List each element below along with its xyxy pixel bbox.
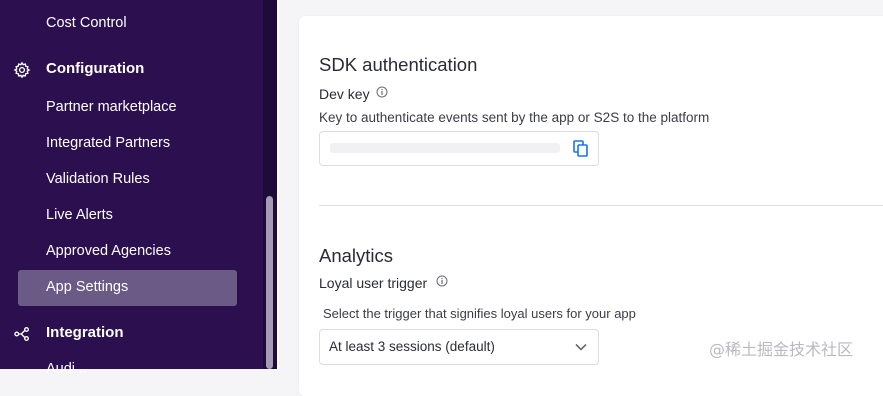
sidebar-item-audiences[interactable]: Audi... xyxy=(46,360,87,378)
loyal-user-trigger-select[interactable]: At least 3 sessions (default) xyxy=(319,329,599,365)
info-icon[interactable] xyxy=(376,86,388,98)
sidebar-item-validation-rules[interactable]: Validation Rules xyxy=(46,170,150,188)
sidebar-item-approved-agencies[interactable]: Approved Agencies xyxy=(46,242,171,260)
info-icon[interactable] xyxy=(436,275,448,287)
gear-icon xyxy=(13,61,31,79)
sidebar-section-configuration[interactable]: Configuration xyxy=(0,58,263,82)
loyal-user-trigger-description: Select the trigger that signifies loyal … xyxy=(323,306,636,321)
sidebar-scrollbar-thumb[interactable] xyxy=(266,196,273,369)
sidebar-item-cost-control[interactable]: Cost Control xyxy=(46,14,127,32)
sidebar: Cost Control Configuration Partner marke… xyxy=(0,0,263,377)
sdk-authentication-title: SDK authentication xyxy=(319,54,478,75)
chevron-down-icon xyxy=(575,343,587,351)
copy-icon[interactable] xyxy=(573,140,589,157)
sidebar-section-label: Integration xyxy=(46,324,124,341)
loyal-user-trigger-label: Loyal user trigger xyxy=(319,275,428,291)
integration-icon xyxy=(14,327,29,341)
sidebar-item-label: App Settings xyxy=(46,279,129,295)
dev-key-field[interactable] xyxy=(319,131,599,166)
sidebar-item-partner-marketplace[interactable]: Partner marketplace xyxy=(46,98,177,116)
analytics-title: Analytics xyxy=(319,245,394,266)
sidebar-item-live-alerts[interactable]: Live Alerts xyxy=(46,206,113,224)
sidebar-section-integration[interactable]: Integration xyxy=(0,322,263,346)
dev-key-label: Dev key xyxy=(319,86,370,102)
sidebar-section-label: Configuration xyxy=(46,60,145,77)
sidebar-item-integrated-partners[interactable]: Integrated Partners xyxy=(46,134,170,152)
sidebar-divider xyxy=(277,0,279,369)
watermark: @稀土掘金技术社区 xyxy=(709,340,854,359)
select-value: At least 3 sessions (default) xyxy=(329,339,495,354)
section-divider xyxy=(319,205,883,206)
sidebar-item-app-settings[interactable]: App Settings xyxy=(18,270,237,306)
dev-key-description: Key to authenticate events sent by the a… xyxy=(319,110,710,125)
dev-key-value-masked xyxy=(330,143,560,153)
